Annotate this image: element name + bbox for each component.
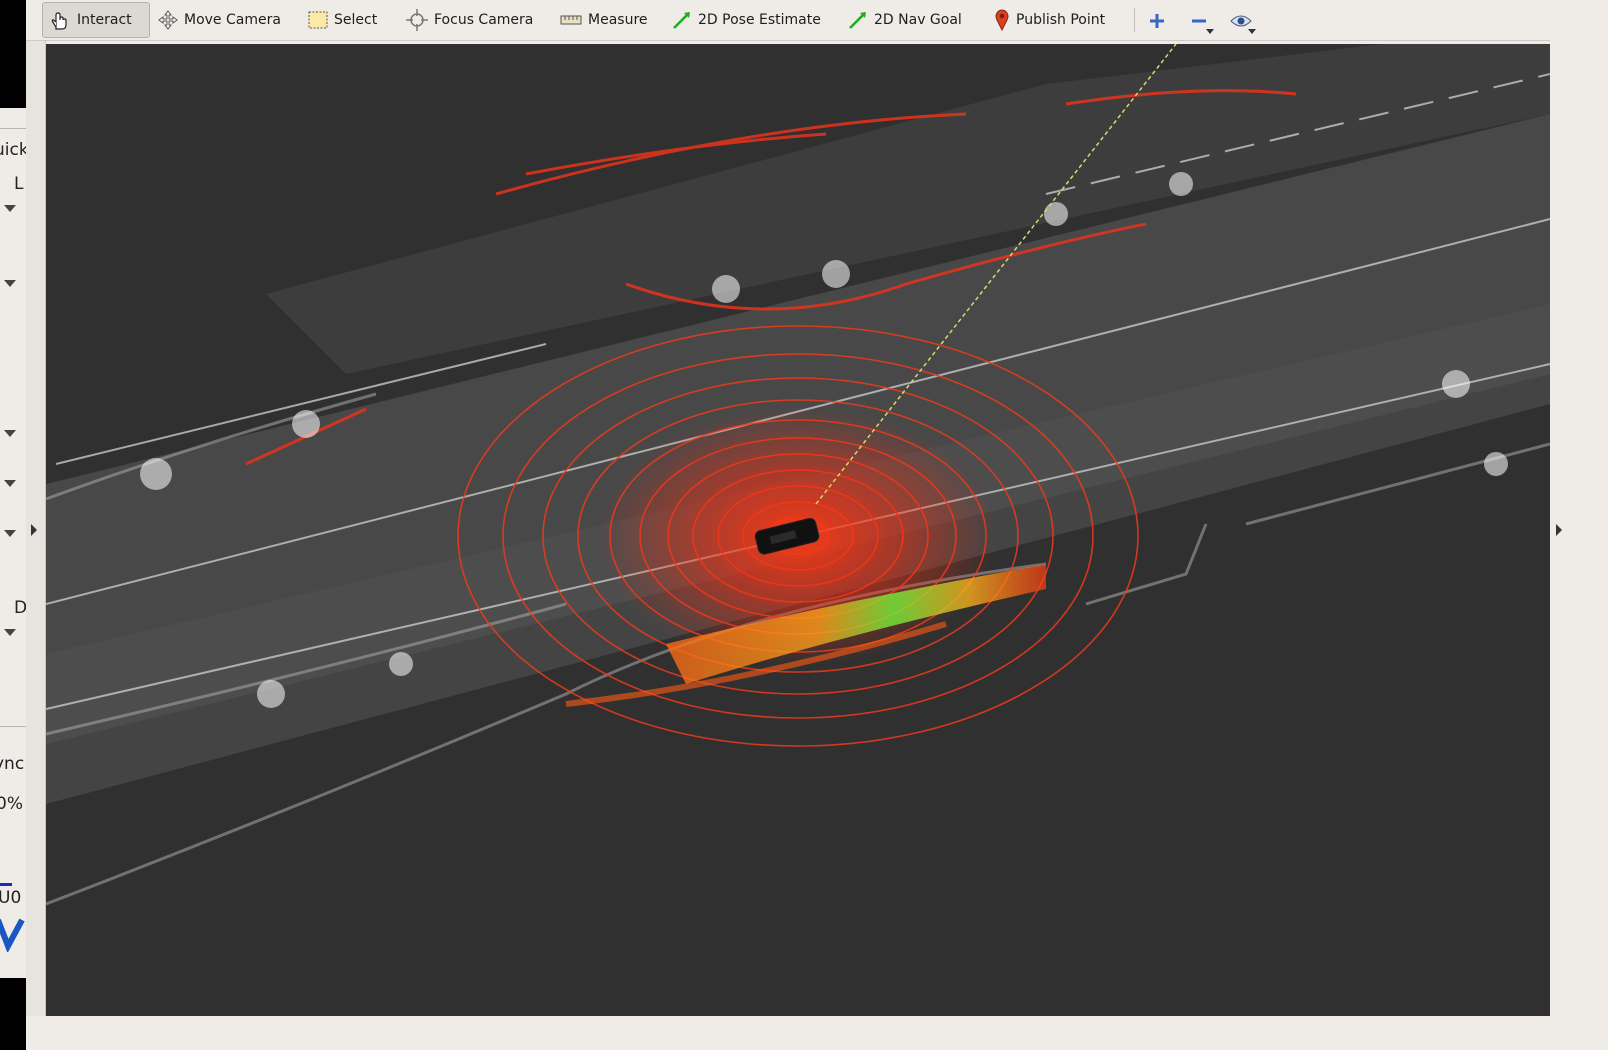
panel-text-fragment: D [14, 598, 26, 618]
toolbar-separator [1134, 8, 1135, 32]
expand-caret-icon[interactable] [4, 205, 16, 212]
expand-right-panel-icon[interactable] [1556, 524, 1562, 536]
tool-measure-label: Measure [588, 12, 648, 28]
expand-caret-icon[interactable] [4, 629, 16, 636]
expand-caret-icon[interactable] [4, 280, 16, 287]
minus-icon [1192, 19, 1206, 23]
panel-divider [0, 128, 26, 129]
tool-publish-point-label: Publish Point [1016, 12, 1106, 28]
rviz-logo-icon [0, 918, 25, 952]
displays-panel-clipped: uick L D ync 0% U0 [0, 108, 26, 978]
tool-interact-label: Interact [77, 12, 132, 28]
panel-divider [0, 726, 26, 727]
map-pin-icon [995, 9, 1009, 31]
tool-focus-camera-label: Focus Camera [434, 12, 534, 28]
panel-text-fragment: 0% [0, 794, 23, 814]
view-visibility-button[interactable] [1224, 6, 1258, 36]
progress-bar [0, 883, 12, 886]
remove-tool-button[interactable] [1182, 6, 1216, 36]
panel-text-fragment: uick [0, 140, 26, 160]
panel-text-fragment: U0 [0, 888, 22, 908]
add-tool-button[interactable] [1140, 6, 1174, 36]
tool-2d-pose-estimate-label: 2D Pose Estimate [698, 12, 821, 28]
expand-caret-icon[interactable] [4, 530, 16, 537]
tool-measure-button[interactable]: Measure [554, 2, 650, 38]
tool-2d-nav-goal-label: 2D Nav Goal [874, 12, 962, 28]
crosshair-icon [406, 9, 428, 31]
3d-render-viewport[interactable] [46, 44, 1550, 1016]
tool-move-camera-label: Move Camera [184, 12, 281, 28]
eye-icon [1230, 15, 1252, 27]
selection-box-icon [308, 11, 328, 29]
panel-splitter[interactable] [26, 0, 46, 1050]
tool-interact-button[interactable]: Interact [42, 2, 150, 38]
collapse-left-panel-icon[interactable] [31, 524, 37, 536]
hand-cursor-icon [51, 12, 67, 30]
expand-caret-icon[interactable] [4, 430, 16, 437]
tool-move-camera-button[interactable]: Move Camera [152, 2, 282, 38]
green-arrow-icon [673, 12, 690, 29]
ruler-icon [560, 15, 582, 25]
panel-text-fragment: L [14, 174, 24, 194]
right-dock-area [1550, 40, 1608, 1050]
bottom-status-area [26, 1016, 1608, 1050]
dropdown-caret-icon[interactable] [1206, 29, 1214, 34]
lidar-point-cloud [46, 44, 1550, 906]
green-arrow-icon [849, 12, 866, 29]
panel-text-fragment[interactable]: ync [0, 754, 24, 774]
tool-select-button[interactable]: Select [302, 2, 386, 38]
expand-caret-icon[interactable] [4, 480, 16, 487]
tool-2d-nav-goal-button[interactable]: 2D Nav Goal [842, 2, 968, 38]
tool-2d-pose-estimate-button[interactable]: 2D Pose Estimate [666, 2, 826, 38]
tool-bar: Interact Move Camera Select Focus Camera… [26, 0, 1608, 41]
dropdown-caret-icon[interactable] [1248, 29, 1256, 34]
move-arrows-icon [158, 10, 178, 30]
plus-icon [1150, 14, 1164, 28]
tool-focus-camera-button[interactable]: Focus Camera [400, 2, 536, 38]
tool-publish-point-button[interactable]: Publish Point [988, 2, 1110, 38]
tool-select-label: Select [334, 12, 378, 28]
